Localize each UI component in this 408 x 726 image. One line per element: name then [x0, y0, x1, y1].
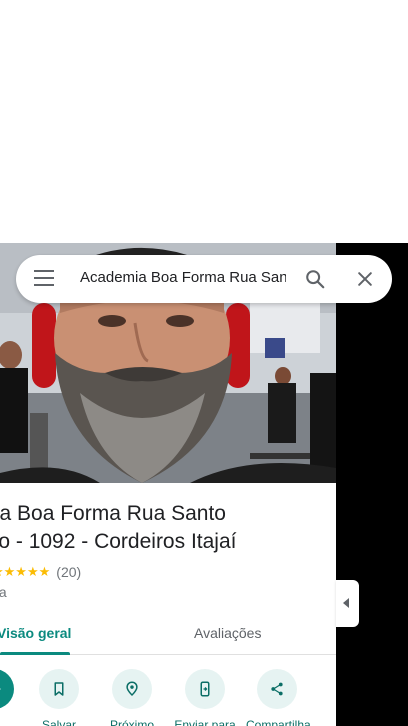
maps-screen: demia Boa Forma Rua Santo stinho - 1092 …	[0, 0, 408, 726]
place-category: nia	[0, 584, 7, 600]
collapse-panel-button[interactable]	[336, 580, 359, 627]
rating-row[interactable]: ★★★★★ (20)	[0, 563, 81, 581]
nearby-button[interactable]: Próximo	[101, 669, 163, 726]
menu-icon[interactable]	[34, 270, 54, 288]
rating-count: (20)	[56, 564, 82, 580]
map-area[interactable]	[336, 243, 408, 726]
nearby-icon	[112, 669, 152, 709]
place-panel: demia Boa Forma Rua Santo stinho - 1092 …	[0, 243, 336, 726]
search-bar[interactable]: Academia Boa Forma Rua San	[16, 255, 392, 303]
search-icon[interactable]	[304, 268, 326, 290]
active-tab-indicator	[0, 652, 70, 655]
rating-stars: ★★★★★	[0, 564, 51, 579]
send-to-phone-icon	[185, 669, 225, 709]
place-tabs: Visão geral Avaliações	[0, 615, 336, 655]
save-button[interactable]: Salvar	[28, 669, 90, 726]
send-to-phone-label: Enviar para	[174, 718, 236, 726]
close-icon[interactable]	[355, 269, 375, 289]
directions-icon	[0, 669, 14, 709]
nearby-label: Próximo	[109, 718, 154, 726]
save-label: Salvar	[41, 718, 76, 726]
place-title: demia Boa Forma Rua Santo stinho - 1092 …	[0, 500, 334, 556]
share-label: Compartilha	[246, 718, 311, 726]
tab-overview[interactable]: Visão geral	[0, 625, 71, 641]
tab-reviews[interactable]: Avaliações	[194, 625, 261, 641]
place-title-line-1: demia Boa Forma Rua Santo	[0, 502, 226, 525]
share-button[interactable]: Compartilha	[246, 669, 311, 726]
search-input[interactable]: Academia Boa Forma Rua San	[80, 269, 286, 289]
directions-button[interactable]	[0, 669, 25, 709]
share-icon	[257, 669, 297, 709]
chevron-left-icon	[343, 598, 349, 608]
bookmark-icon	[39, 669, 79, 709]
send-to-phone-button[interactable]: Enviar para	[174, 669, 236, 726]
action-buttons: Salvar Próximo Enviar para Compartilha	[0, 669, 336, 726]
place-title-line-2: stinho - 1092 - Cordeiros Itajaí	[0, 530, 237, 553]
